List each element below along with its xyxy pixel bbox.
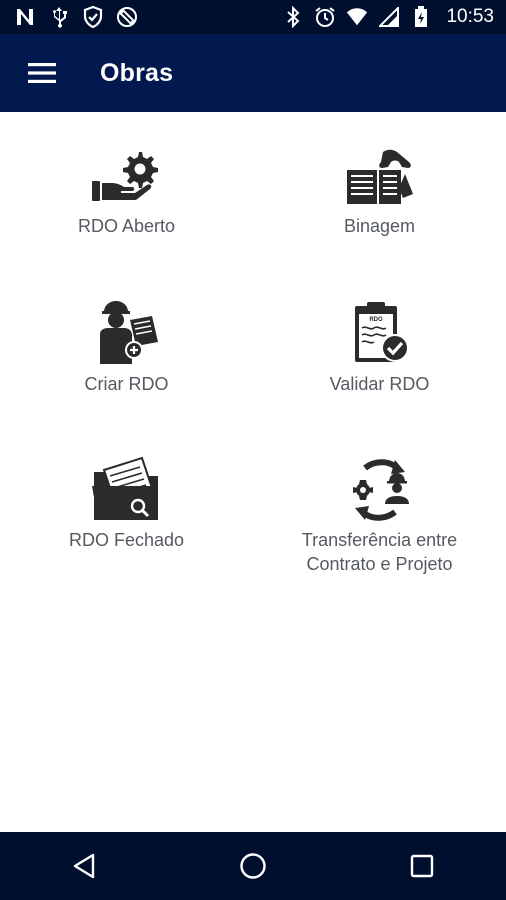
clipboard-check-icon[interactable]: RDO [343, 300, 417, 366]
back-button[interactable] [54, 836, 114, 896]
navigation-bar [0, 832, 506, 900]
battery-icon [410, 6, 432, 28]
transfer-cycle-icon[interactable] [343, 456, 417, 522]
home-icon[interactable] [238, 851, 268, 881]
menu-item-label: RDO Fechado [68, 530, 185, 550]
menu-item-label: RDO Aberto [77, 216, 176, 236]
signal-icon [378, 6, 400, 28]
menu-item-label: Transferência entre Contrato e Projeto [301, 530, 458, 574]
menu-item-label: Binagem [343, 216, 416, 236]
page-title: Obras [100, 58, 174, 87]
folder-search-icon[interactable] [90, 456, 164, 522]
menu-item-validar-rdo[interactable]: RDO Validar RDO [253, 300, 506, 396]
hamburger-menu-icon[interactable] [28, 62, 56, 84]
svg-text:RDO: RDO [369, 317, 383, 323]
menu-button[interactable] [22, 53, 62, 93]
status-bar: 10:53 [0, 0, 506, 34]
menu-item-binagem[interactable]: Binagem [253, 148, 506, 238]
recents-button[interactable] [392, 836, 452, 896]
back-icon[interactable] [71, 852, 97, 880]
menu-item-rdo-fechado[interactable]: RDO Fechado [0, 456, 253, 552]
menu-item-rdo-aberto[interactable]: RDO Aberto [0, 148, 253, 238]
menu-item-criar-rdo[interactable]: Criar RDO [0, 300, 253, 396]
wifi-icon [346, 6, 368, 28]
app-bar: Obras [0, 34, 506, 112]
n-icon [14, 6, 36, 28]
menu-item-label: Criar RDO [84, 374, 169, 394]
menu-item-label: Validar RDO [329, 374, 430, 394]
status-left-icons [0, 6, 138, 28]
home-button[interactable] [223, 836, 283, 896]
book-phone-icon[interactable] [343, 148, 417, 208]
status-time: 10:53 [446, 6, 494, 27]
usb-icon [48, 6, 70, 28]
alarm-icon [314, 6, 336, 28]
shield-icon [82, 6, 104, 28]
bluetooth-icon [282, 6, 304, 28]
recents-icon[interactable] [409, 853, 435, 879]
worker-clipboard-icon[interactable] [90, 300, 164, 366]
status-right-icons: 10:53 [282, 6, 506, 28]
rotation-lock-icon [116, 6, 138, 28]
hand-gear-icon[interactable] [90, 148, 164, 208]
menu-item-transferencia[interactable]: Transferência entre Contrato e Projeto [253, 456, 506, 576]
